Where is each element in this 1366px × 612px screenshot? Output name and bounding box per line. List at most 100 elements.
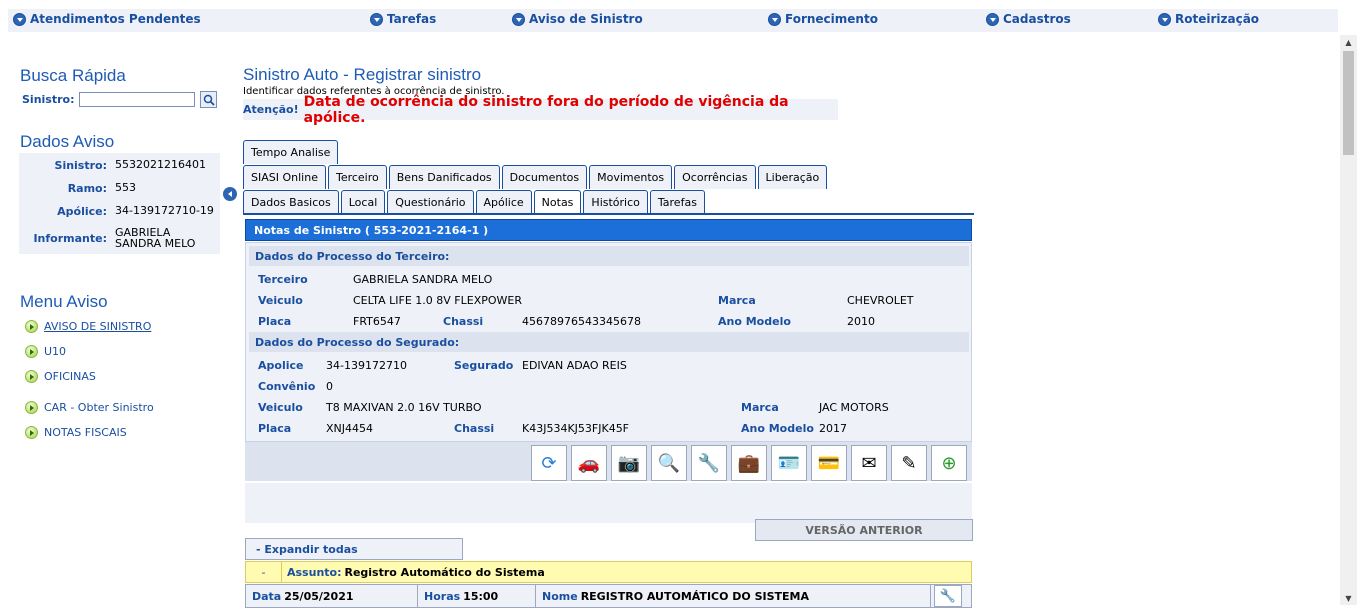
ramo-value: 553 (115, 181, 136, 194)
arrow-right-icon (25, 345, 38, 358)
nav-fornecimento[interactable]: Fornecimento (768, 12, 878, 26)
expandir-todas-button[interactable]: - Expandir todas (245, 538, 463, 560)
nav-label: Atendimentos Pendentes (30, 12, 201, 26)
marca-label: Marca (718, 294, 756, 307)
chevron-down-icon (1158, 12, 1171, 26)
tools-icon[interactable]: 🔧 (934, 585, 962, 607)
ano-modelo-value: 2017 (819, 422, 847, 435)
tabs-row-2: SIASI Online Terceiro Bens Danificados D… (243, 165, 828, 189)
informante-label: Informante: (33, 232, 107, 245)
search-icon (203, 94, 215, 106)
menu-item-label: AVISO DE SINISTRO (44, 320, 152, 333)
tab-ocorrencias[interactable]: Ocorrências (674, 165, 756, 189)
lower-background (245, 483, 972, 523)
chevron-down-icon (986, 12, 999, 26)
terceiro-value: GABRIELA SANDRA MELO (353, 273, 493, 286)
chevron-down-icon (768, 12, 781, 26)
alert-message: Atenção! Data de ocorrência do sinistro … (243, 94, 838, 126)
tab-local[interactable]: Local (340, 190, 386, 214)
scroll-down-icon[interactable]: ▼ (1340, 591, 1357, 605)
menu-aviso-title: Menu Aviso (20, 292, 108, 311)
nav-label: Fornecimento (785, 12, 878, 26)
menu-item-u10[interactable]: U10 (25, 345, 66, 358)
veiculo-value: T8 MAXIVAN 2.0 16V TURBO (326, 401, 482, 414)
tab-tempo-analise[interactable]: Tempo Analise (243, 140, 339, 164)
credit-card-icon[interactable]: 💳 (811, 445, 847, 481)
scroll-up-icon[interactable]: ▲ (1340, 35, 1357, 49)
ano-modelo-value: 2010 (847, 315, 875, 328)
arrow-right-icon (25, 370, 38, 383)
informante-value: GABRIELA SANDRA MELO (115, 226, 196, 250)
tab-siasi-online[interactable]: SIASI Online (243, 165, 326, 189)
chevron-down-icon (512, 12, 525, 26)
tab-dados-basicos[interactable]: Dados Basicos (243, 190, 339, 214)
menu-item-notas-fiscais[interactable]: NOTAS FISCAIS (25, 426, 127, 439)
collapse-toggle[interactable]: - (246, 562, 282, 582)
dados-aviso-title: Dados Aviso (20, 132, 115, 151)
briefcase-icon[interactable]: 💼 (731, 445, 767, 481)
placa-value: XNJ4454 (326, 422, 374, 435)
menu-item-car-obter-sinistro[interactable]: CAR - Obter Sinistro (25, 401, 154, 414)
tab-apolice[interactable]: Apólice (475, 190, 532, 214)
tab-bens-danificados[interactable]: Bens Danificados (388, 165, 500, 189)
tools-icon[interactable]: 🔧 (691, 445, 727, 481)
busca-rapida-form: Sinistro: (22, 91, 218, 108)
nav-roteirizacao[interactable]: Roteirização (1158, 12, 1259, 26)
ano-modelo-label: Ano Modelo (741, 422, 814, 435)
placa-value: FRT6547 (353, 315, 401, 328)
horas-value: 15:00 (463, 589, 499, 603)
nav-aviso-de-sinistro[interactable]: Aviso de Sinistro (512, 12, 643, 26)
action-toolbar: ⟳ 🚗 📷 🔍 🔧 💼 🪪 💳 ✉ ✎ ⊕ (245, 441, 972, 481)
tab-tarefas[interactable]: Tarefas (649, 190, 705, 214)
scroll-thumb[interactable] (1343, 51, 1354, 155)
convenio-value: 0 (326, 380, 333, 393)
nome-value: REGISTRO AUTOMÁTICO DO SISTEMA (580, 589, 810, 603)
top-navigation: Atendimentos Pendentes Tarefas Aviso de … (8, 9, 1338, 32)
search-button[interactable] (200, 91, 218, 108)
tab-liberacao[interactable]: Liberação (757, 165, 828, 189)
nav-tarefas[interactable]: Tarefas (370, 12, 436, 26)
collapse-left-icon[interactable] (223, 187, 237, 201)
car-icon[interactable]: 🚗 (571, 445, 607, 481)
versao-anterior-button[interactable]: VERSÃO ANTERIOR (755, 519, 973, 541)
menu-item-oficinas[interactable]: OFICINAS (25, 370, 96, 383)
add-document-icon[interactable]: ⊕ (931, 445, 967, 481)
nome-label: Nome (542, 589, 578, 603)
convenio-label: Convênio (258, 380, 316, 393)
veiculo-label: Veiculo (258, 401, 303, 414)
note-hour-cell: Horas 15:00 (418, 585, 536, 607)
tabs-row-3: Dados Basicos Local Questionário Apólice… (243, 190, 705, 214)
data-label: Data (252, 589, 282, 603)
marca-label: Marca (741, 401, 779, 414)
tab-notas[interactable]: Notas (533, 190, 582, 214)
chassi-label: Chassi (443, 315, 484, 328)
edit-icon[interactable]: ✎ (891, 445, 927, 481)
chassi-value: 45678976543345678 (522, 315, 641, 328)
sinistro-search-input[interactable] (79, 92, 196, 107)
camera-icon[interactable]: 📷 (611, 445, 647, 481)
id-card-icon[interactable]: 🪪 (771, 445, 807, 481)
marca-value: JAC MOTORS (819, 401, 889, 414)
ano-modelo-label: Ano Modelo (718, 315, 791, 328)
dados-aviso-panel: Sinistro: 5532021216401 Ramo: 553 Apólice:… (19, 153, 220, 254)
nav-label: Tarefas (387, 12, 437, 26)
pdf-mail-icon[interactable]: ✉ (851, 445, 887, 481)
menu-item-aviso-de-sinistro[interactable]: AVISO DE SINISTRO (25, 320, 151, 333)
tab-movimentos[interactable]: Movimentos (589, 165, 673, 189)
chevron-down-icon (13, 12, 26, 26)
veiculo-label: Veiculo (258, 294, 303, 307)
chassi-label: Chassi (454, 422, 495, 435)
tabs-row-1: Tempo Analise (243, 140, 339, 164)
document-search-icon[interactable]: 🔍 (651, 445, 687, 481)
nav-atendimentos-pendentes[interactable]: Atendimentos Pendentes (13, 12, 201, 26)
nav-cadastros[interactable]: Cadastros (986, 12, 1071, 26)
vertical-scrollbar[interactable]: ▲ ▼ (1340, 35, 1357, 605)
placa-label: Placa (258, 315, 292, 328)
menu-item-label: NOTAS FISCAIS (44, 426, 127, 439)
tab-terceiro[interactable]: Terceiro (327, 165, 387, 189)
assunto-label: Assunto: (287, 565, 342, 579)
tab-documentos[interactable]: Documentos (501, 165, 588, 189)
tab-historico[interactable]: Histórico (583, 190, 648, 214)
refresh-icon[interactable]: ⟳ (531, 445, 567, 481)
tab-questionario[interactable]: Questionário (387, 190, 474, 214)
